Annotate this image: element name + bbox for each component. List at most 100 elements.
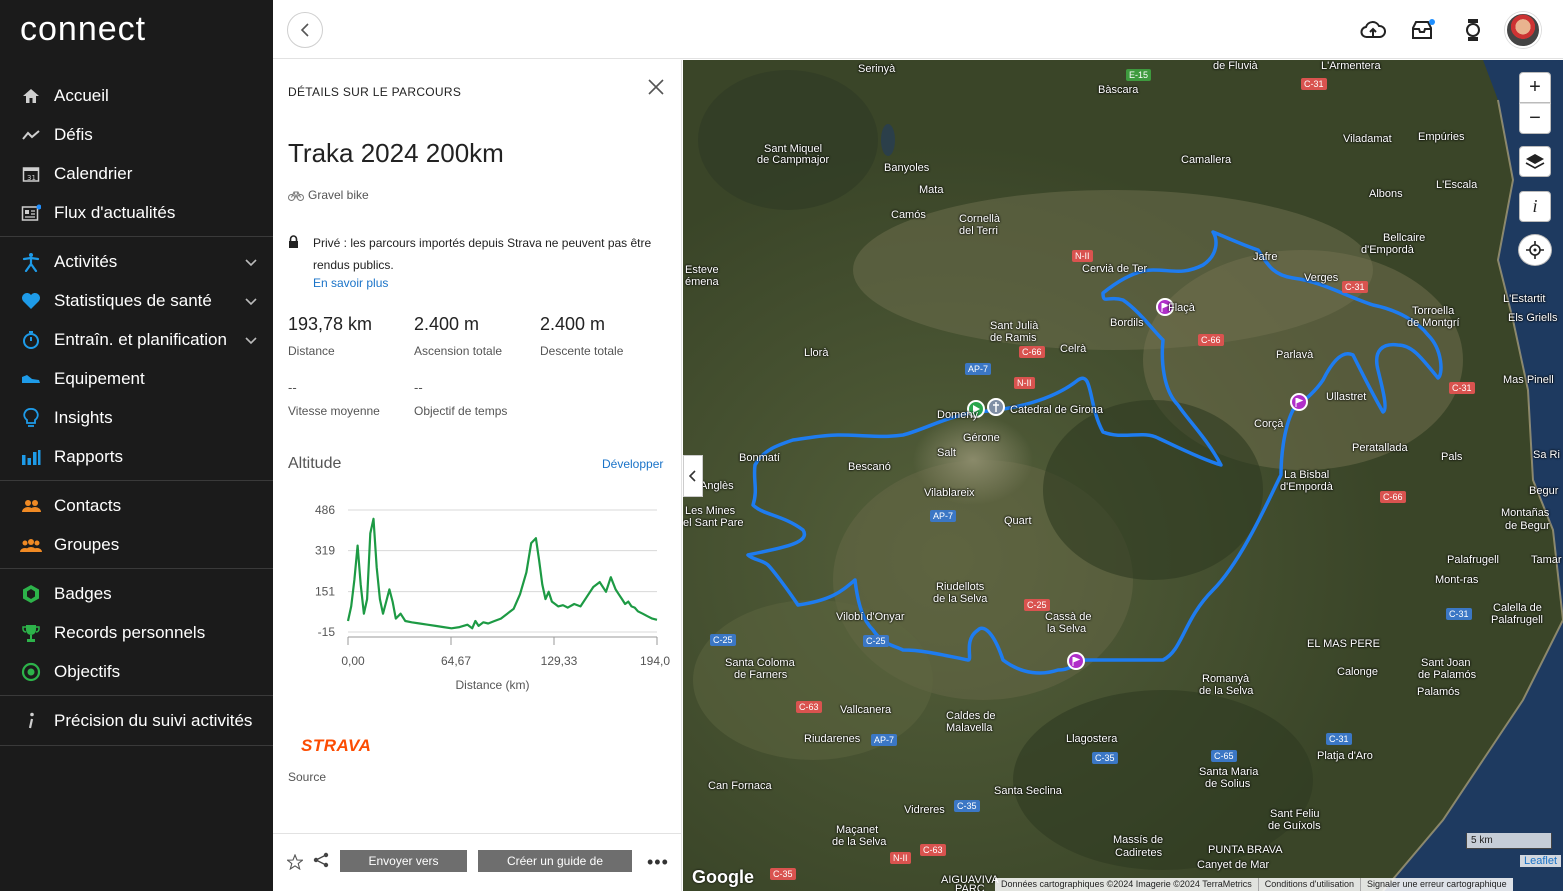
y-tick-label: 151 xyxy=(315,585,335,599)
privacy-text: Privé : les parcours importés depuis Str… xyxy=(313,236,652,272)
sidebar-item-insights[interactable]: Insights xyxy=(0,398,273,437)
sidebar-item-label: Calendrier xyxy=(54,163,133,183)
more-options-button[interactable]: ••• xyxy=(647,852,669,873)
road-badge: AP-7 xyxy=(965,363,992,375)
google-logo: Google xyxy=(692,867,754,887)
chevron-down-icon[interactable] xyxy=(245,332,257,350)
learn-more-link[interactable]: En savoir plus xyxy=(313,276,388,290)
sidebar-item-flux[interactable]: Flux d'actualités xyxy=(0,193,273,232)
groups-icon xyxy=(20,534,42,556)
locate-button[interactable] xyxy=(1518,234,1552,266)
avatar[interactable] xyxy=(1505,12,1541,48)
map-place-label: Albons xyxy=(1369,188,1403,200)
flag-icon xyxy=(1072,656,1080,666)
sidebar-item-activites[interactable]: Activités xyxy=(0,242,273,281)
back-button[interactable] xyxy=(287,12,323,48)
map-place-label: Santa Coloma xyxy=(725,657,795,669)
expand-link[interactable]: Développer xyxy=(602,457,663,471)
chevron-down-icon[interactable] xyxy=(245,254,257,272)
sidebar-item-groupes[interactable]: Groupes xyxy=(0,525,273,564)
zoom-out-button[interactable]: − xyxy=(1519,103,1551,134)
nav-group-main: Accueil Défis 31 Calendrier Flux d'actua… xyxy=(0,76,273,232)
map-place-label: de Solius xyxy=(1205,778,1251,790)
map-place-label: de Fluvià xyxy=(1213,60,1258,72)
sidebar-item-defis[interactable]: Défis xyxy=(0,115,273,154)
upload-cloud-button[interactable] xyxy=(1359,16,1387,44)
waypoint-flag-marker[interactable] xyxy=(1290,393,1308,411)
cathedral-marker[interactable] xyxy=(987,398,1005,416)
share-button[interactable] xyxy=(313,852,329,873)
road-badge: AP-7 xyxy=(871,734,898,746)
course-details-panel: DÉTAILS SUR LE PARCOURS Traka 2024 200km… xyxy=(273,60,682,891)
challenge-icon xyxy=(20,124,42,146)
road-badge: AP-7 xyxy=(930,510,957,522)
nav-group-info: Précision du suivi activités xyxy=(0,695,273,746)
collapse-panel-button[interactable] xyxy=(683,455,703,497)
map-place-label: EL MAS PERE xyxy=(1307,638,1380,650)
sidebar-item-accueil[interactable]: Accueil xyxy=(0,76,273,115)
info-icon: i xyxy=(1532,196,1538,216)
send-to-button[interactable]: Envoyer vers xyxy=(340,850,467,872)
map-place-label: Llagostera xyxy=(1066,733,1118,745)
sidebar-item-label: Défis xyxy=(54,124,93,144)
sidebar-item-rapports[interactable]: Rapports xyxy=(0,437,273,476)
sidebar-item-equipement[interactable]: Equipement xyxy=(0,359,273,398)
stat-ascent: 2.400 m Ascension totale xyxy=(414,314,502,358)
x-tick-label: 194,0 xyxy=(640,654,670,668)
create-guide-button[interactable]: Créer un guide de xyxy=(478,850,632,872)
map-place-label: de Palamós xyxy=(1418,669,1477,681)
connect-logo[interactable]: connect xyxy=(20,10,146,49)
sidebar-item-precision[interactable]: Précision du suivi activités xyxy=(0,701,273,740)
attribution-data: Données cartographiques ©2024 Imagerie ©… xyxy=(1001,879,1252,889)
altitude-series-line xyxy=(346,517,658,630)
sidebar-item-objectifs[interactable]: Objectifs xyxy=(0,652,273,691)
waypoint-flag-marker[interactable] xyxy=(1067,652,1085,670)
sidebar-item-records[interactable]: Records personnels xyxy=(0,613,273,652)
map-place-label: Canyet de Mar xyxy=(1197,859,1270,871)
stat-value: 2.400 m xyxy=(414,314,480,334)
contacts-icon xyxy=(20,495,42,517)
sidebar-item-contacts[interactable]: Contacts xyxy=(0,486,273,525)
crosshair-icon xyxy=(1526,241,1544,259)
map-place-label: Calella de xyxy=(1493,602,1542,614)
sidebar-item-calendrier[interactable]: 31 Calendrier xyxy=(0,154,273,193)
y-tick-label: 319 xyxy=(315,544,335,558)
road-badge: N-II xyxy=(1014,377,1035,389)
map-place-label: Sant Feliu xyxy=(1270,808,1320,820)
report-error-link[interactable]: Signaler une erreur cartographique xyxy=(1360,878,1513,891)
map-place-label: de Ramis xyxy=(990,332,1037,344)
share-icon xyxy=(313,852,329,868)
chevron-down-icon[interactable] xyxy=(245,293,257,311)
inbox-button[interactable] xyxy=(1409,16,1437,44)
sidebar-item-statistiques[interactable]: Statistiques de santé xyxy=(0,281,273,320)
sidebar-item-badges[interactable]: Badges xyxy=(0,574,273,613)
layers-button[interactable] xyxy=(1519,146,1551,177)
map-place-label: Gérone xyxy=(963,432,1000,444)
terms-link[interactable]: Conditions d'utilisation xyxy=(1257,878,1360,891)
zoom-in-button[interactable]: + xyxy=(1519,72,1551,103)
map-place-label: Camós xyxy=(891,209,926,221)
route-line xyxy=(746,230,1443,675)
running-icon xyxy=(20,251,42,273)
map-place-label: Torroella xyxy=(1412,305,1455,317)
map-place-label: PARC xyxy=(955,883,985,891)
stat-value: 2.400 m xyxy=(540,314,606,334)
road-badge: C-35 xyxy=(1092,752,1118,764)
close-button[interactable] xyxy=(647,78,671,102)
route-map[interactable]: Serinyà de Fluvià L'Armentera Bàscara Vilada… xyxy=(683,60,1563,891)
map-place-label: Bàscara xyxy=(1098,84,1139,96)
stat-value: 193,78 km xyxy=(288,314,373,334)
map-place-label: Palafrugell xyxy=(1491,614,1543,626)
map-place-label: Sant Joan xyxy=(1421,657,1471,669)
map-place-label: Santa Maria xyxy=(1199,766,1259,778)
device-button[interactable] xyxy=(1459,16,1487,44)
sidebar-item-entrainement[interactable]: Entraîn. et planification xyxy=(0,320,273,359)
home-icon xyxy=(20,85,42,107)
favorite-button[interactable] xyxy=(285,853,305,875)
info-button[interactable]: i xyxy=(1519,191,1551,222)
stat-label: Objectif de temps xyxy=(414,404,508,418)
inbox-icon xyxy=(1412,19,1435,39)
map-place-label: Anglès xyxy=(700,480,734,492)
road-badge: C-35 xyxy=(770,868,796,880)
leaflet-link[interactable]: Leaflet xyxy=(1520,855,1562,867)
